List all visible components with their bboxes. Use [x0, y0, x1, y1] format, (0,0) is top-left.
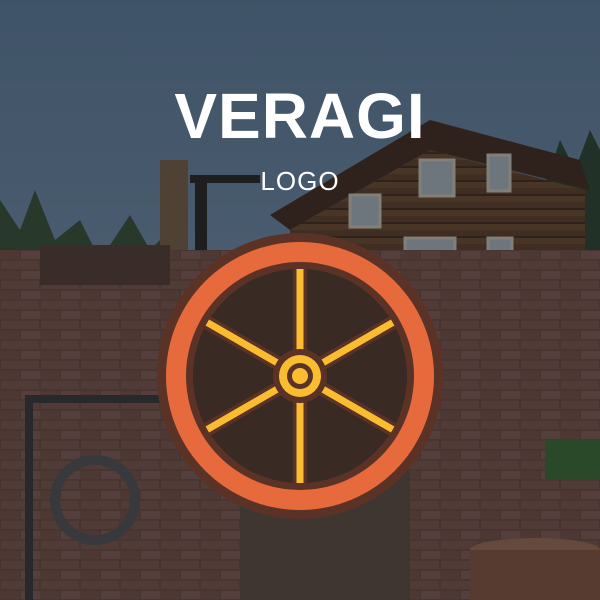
wagon-wheel-icon: [157, 233, 443, 519]
brand-name: VERAGI: [174, 80, 426, 152]
brand-tagline: LOGO: [260, 166, 340, 196]
logo-card: VERAGI LOGO: [0, 0, 600, 600]
